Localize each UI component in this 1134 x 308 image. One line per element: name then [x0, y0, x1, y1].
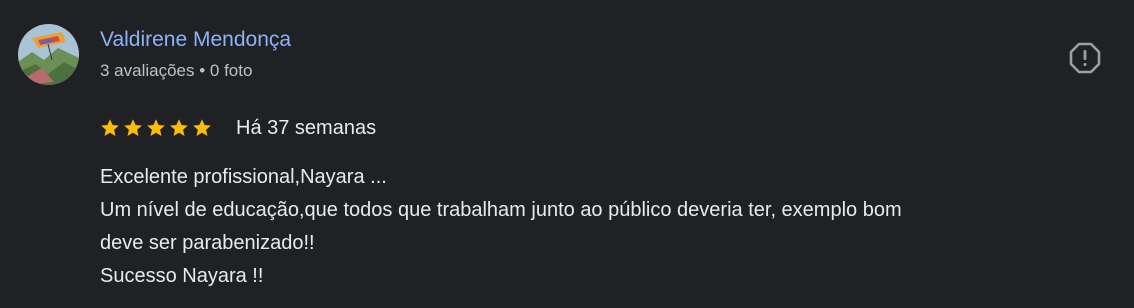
star-icon — [100, 118, 120, 138]
star-rating — [100, 118, 215, 138]
review-text: Excelente profissional,Nayara ... Um níve… — [100, 161, 1110, 293]
report-button[interactable] — [1068, 41, 1102, 75]
avatar[interactable] — [18, 24, 79, 85]
report-icon — [1069, 42, 1101, 74]
star-icon — [123, 118, 143, 138]
kite-landscape-avatar-icon — [18, 24, 79, 85]
author-meta: 3 avaliações • 0 foto — [100, 61, 253, 80]
star-icon — [146, 118, 166, 138]
star-icon — [169, 118, 189, 138]
review-card: Valdirene Mendonça 3 avaliações • 0 foto… — [0, 0, 1134, 308]
review-text-line: Sucesso Nayara !! — [100, 265, 264, 287]
review-text-line: Um nível de educação,que todos que traba… — [100, 199, 902, 221]
review-text-line: deve ser parabenizado!! — [100, 232, 315, 254]
review-text-line: Excelente profissional,Nayara ... — [100, 166, 387, 188]
review-date: Há 37 semanas — [236, 117, 377, 139]
rating-row: Há 37 semanas — [100, 116, 376, 140]
star-icon — [192, 118, 212, 138]
author-name-link[interactable]: Valdirene Mendonça — [100, 27, 291, 53]
